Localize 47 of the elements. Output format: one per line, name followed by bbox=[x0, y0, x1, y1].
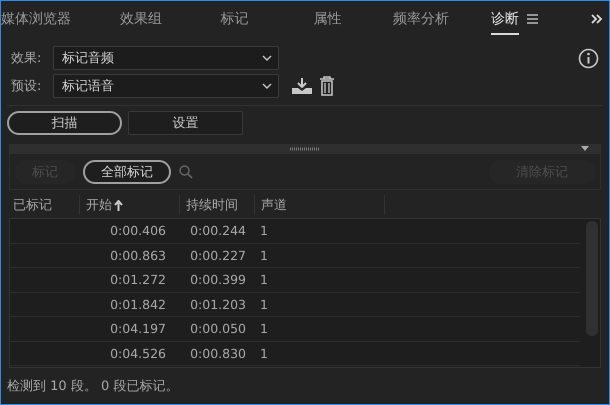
table-cell-text: 0:00.050 bbox=[189, 321, 247, 336]
table-cell-text: 1 bbox=[259, 346, 269, 361]
mode-tab[interactable]: 设置 bbox=[128, 111, 243, 135]
table-cell-text: 0:00.244 bbox=[189, 223, 247, 238]
table-cell-text: 0:00.399 bbox=[189, 272, 247, 288]
column-header[interactable]: 持续时间 bbox=[186, 196, 238, 214]
table-cell-text: 1 bbox=[259, 296, 269, 312]
table-cell-text: 1 bbox=[259, 223, 269, 238]
column-header[interactable]: 开始 bbox=[86, 196, 112, 214]
search-icon[interactable] bbox=[179, 164, 193, 178]
panel-tab[interactable]: 标记 bbox=[220, 4, 248, 34]
overflow-chevrons-icon[interactable] bbox=[590, 14, 603, 24]
preset-dropdown[interactable]: 标记语音 bbox=[53, 74, 279, 98]
table-cell-text: 0:04.197 bbox=[109, 321, 167, 336]
table-cell-text: 0:00.863 bbox=[109, 248, 167, 263]
status-text: 检测到 10 段。 0 段已标记。 bbox=[7, 378, 178, 395]
column-header[interactable]: 声道 bbox=[261, 196, 287, 214]
download-icon[interactable] bbox=[291, 77, 313, 95]
menu-icon[interactable] bbox=[526, 14, 538, 24]
effect-label: 效果: bbox=[11, 50, 42, 67]
column-header[interactable]: 已标记 bbox=[13, 196, 52, 214]
filter-toggle[interactable]: 全部标记 bbox=[83, 160, 171, 184]
chevron-down-icon bbox=[262, 83, 272, 89]
sort-arrow-up-icon bbox=[114, 200, 123, 210]
table-cell-text: 1 bbox=[259, 321, 269, 336]
mode-tab[interactable]: 扫描 bbox=[7, 111, 122, 135]
table-cell-text: 0:00.830 bbox=[189, 346, 247, 361]
table-cell-text: 0:00.406 bbox=[109, 223, 167, 238]
table-cell-text: 0:01.203 bbox=[189, 296, 247, 312]
effect-dropdown[interactable]: 标记音频 bbox=[53, 46, 279, 70]
grip-icon bbox=[290, 147, 320, 151]
table-cell-text: 0:04.526 bbox=[109, 346, 167, 361]
preset-label: 预设: bbox=[11, 78, 42, 95]
table-cell-text: 0:01.272 bbox=[109, 272, 167, 288]
table-cell-text: 0:00.227 bbox=[189, 248, 247, 263]
triangle-down-icon[interactable] bbox=[581, 146, 589, 151]
table-cell-text: 1 bbox=[259, 272, 269, 288]
panel-tab[interactable]: 属性 bbox=[314, 4, 342, 34]
panel-tab[interactable]: 诊断 bbox=[490, 4, 519, 34]
panel-tab[interactable]: 媒体浏览器 bbox=[1, 4, 71, 34]
panel-tab[interactable]: 效果组 bbox=[120, 4, 162, 34]
table-cell-text: 1 bbox=[259, 248, 269, 263]
chevron-down-icon bbox=[262, 55, 272, 61]
info-icon[interactable] bbox=[578, 48, 599, 68]
table-cell-text: 0:01.842 bbox=[109, 296, 167, 312]
trash-icon[interactable] bbox=[319, 76, 335, 96]
panel-tab[interactable]: 频率分析 bbox=[392, 4, 449, 34]
